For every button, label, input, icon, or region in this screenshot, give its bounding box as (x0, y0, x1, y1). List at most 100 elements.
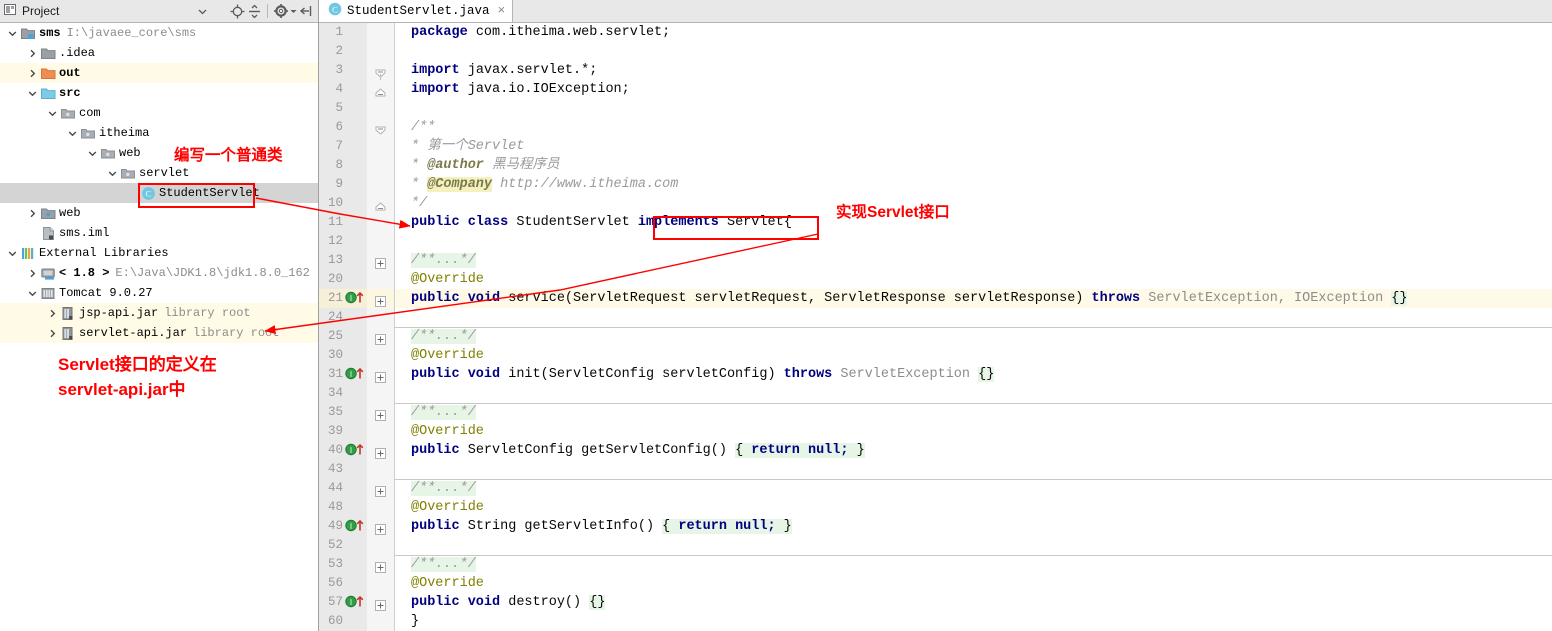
tree-item-external-libraries[interactable]: External Libraries (0, 243, 318, 263)
line-number-gutter[interactable]: 20 (319, 270, 367, 289)
line-number-gutter[interactable]: 60 (319, 612, 367, 631)
code-line[interactable]: 10 */ (319, 194, 1552, 213)
code-line[interactable]: 6/** (319, 118, 1552, 137)
line-number-gutter[interactable]: 9 (319, 175, 367, 194)
tree-item-1-8[interactable]: < 1.8 >E:\Java\JDK1.8\jdk1.8.0_162 (0, 263, 318, 283)
tree-item-out[interactable]: out (0, 63, 318, 83)
override-marker-icon[interactable]: I (345, 443, 367, 458)
code-line[interactable]: 31Ipublic void init(ServletConfig servle… (319, 365, 1552, 384)
code-line[interactable]: 12 (319, 232, 1552, 251)
line-number-gutter[interactable]: 11 (319, 213, 367, 232)
line-number-gutter[interactable]: 2 (319, 42, 367, 61)
tree-item-sms[interactable]: smsI:\javaee_core\sms (0, 23, 318, 43)
code-line[interactable]: 4import java.io.IOException; (319, 80, 1552, 99)
code-line[interactable]: 13/**...*/ (319, 251, 1552, 270)
code-line[interactable]: 9 * @Company http://www.itheima.com (319, 175, 1552, 194)
project-tree[interactable]: smsI:\javaee_core\sms.ideaoutsrccomithei… (0, 23, 318, 631)
fold-toggle-icon[interactable] (367, 194, 395, 213)
code-line[interactable]: 57Ipublic void destroy() {} (319, 593, 1552, 612)
tree-item-com[interactable]: com (0, 103, 318, 123)
line-number-gutter[interactable]: 49I (319, 517, 367, 536)
line-number-gutter[interactable]: 52 (319, 536, 367, 555)
chevron-down-icon[interactable] (46, 107, 59, 120)
chevron-down-icon[interactable] (6, 27, 19, 40)
line-number-gutter[interactable]: 31I (319, 365, 367, 384)
gear-dropdown-icon[interactable] (289, 3, 297, 20)
line-number-gutter[interactable]: 5 (319, 99, 367, 118)
chevron-down-icon[interactable] (66, 127, 79, 140)
fold-toggle-icon[interactable] (367, 61, 395, 80)
fold-toggle-icon[interactable] (367, 80, 395, 99)
code-line[interactable]: 7 * 第一个Servlet (319, 137, 1552, 156)
chevron-down-icon[interactable] (86, 147, 99, 160)
code-line[interactable]: 39@Override (319, 422, 1552, 441)
code-line[interactable]: 60} (319, 612, 1552, 631)
line-number-gutter[interactable]: 25 (319, 327, 367, 346)
fold-toggle-icon[interactable] (367, 479, 395, 498)
line-number-gutter[interactable]: 57I (319, 593, 367, 612)
code-line[interactable]: 21Ipublic void service(ServletRequest se… (319, 289, 1552, 308)
line-number-gutter[interactable]: 35 (319, 403, 367, 422)
code-line[interactable]: 44/**...*/ (319, 479, 1552, 498)
code-line[interactable]: 40Ipublic ServletConfig getServletConfig… (319, 441, 1552, 460)
code-line[interactable]: 52 (319, 536, 1552, 555)
override-marker-icon[interactable]: I (345, 595, 367, 610)
tree-item-itheima[interactable]: itheima (0, 123, 318, 143)
chevron-right-icon[interactable] (26, 207, 39, 220)
tree-item-jsp-api-jar[interactable]: jsp-api.jarlibrary root (0, 303, 318, 323)
line-number-gutter[interactable]: 8 (319, 156, 367, 175)
code-line[interactable]: 49Ipublic String getServletInfo() { retu… (319, 517, 1552, 536)
code-line[interactable]: 48@Override (319, 498, 1552, 517)
code-line[interactable]: 34 (319, 384, 1552, 403)
code-line[interactable]: 43 (319, 460, 1552, 479)
line-number-gutter[interactable]: 3 (319, 61, 367, 80)
code-line[interactable]: 11public class StudentServlet implements… (319, 213, 1552, 232)
line-number-gutter[interactable]: 43 (319, 460, 367, 479)
code-line[interactable]: 35/**...*/ (319, 403, 1552, 422)
code-line[interactable]: 1package com.itheima.web.servlet; (319, 23, 1552, 42)
line-number-gutter[interactable]: 30 (319, 346, 367, 365)
line-number-gutter[interactable]: 1 (319, 23, 367, 42)
tree-item-web[interactable]: web (0, 143, 318, 163)
chevron-down-icon[interactable] (106, 167, 119, 180)
line-number-gutter[interactable]: 21I (319, 289, 367, 308)
fold-toggle-icon[interactable] (367, 365, 395, 384)
line-number-gutter[interactable]: 13 (319, 251, 367, 270)
code-editor[interactable]: 1package com.itheima.web.servlet;23impor… (319, 23, 1552, 631)
code-line[interactable]: 3import javax.servlet.*; (319, 61, 1552, 80)
tree-item-servlet-api-jar[interactable]: servlet-api.jarlibrary root (0, 323, 318, 343)
code-line[interactable]: 2 (319, 42, 1552, 61)
line-number-gutter[interactable]: 7 (319, 137, 367, 156)
code-line[interactable]: 56@Override (319, 574, 1552, 593)
line-number-gutter[interactable]: 39 (319, 422, 367, 441)
override-marker-icon[interactable]: I (345, 519, 367, 534)
line-number-gutter[interactable]: 40I (319, 441, 367, 460)
line-number-gutter[interactable]: 56 (319, 574, 367, 593)
tree-item-web[interactable]: web (0, 203, 318, 223)
fold-toggle-icon[interactable] (367, 289, 395, 308)
chevron-right-icon[interactable] (26, 67, 39, 80)
fold-toggle-icon[interactable] (367, 403, 395, 422)
chevron-right-icon[interactable] (46, 327, 59, 340)
chevron-down-icon[interactable] (6, 247, 19, 260)
chevron-right-icon[interactable] (26, 47, 39, 60)
tree-item-studentservlet[interactable]: CStudentServlet (0, 183, 318, 203)
code-line[interactable]: 25/**...*/ (319, 327, 1552, 346)
chevron-right-icon[interactable] (26, 267, 39, 280)
line-number-gutter[interactable]: 44 (319, 479, 367, 498)
close-icon[interactable]: × (498, 3, 506, 18)
line-number-gutter[interactable]: 53 (319, 555, 367, 574)
code-line[interactable]: 5 (319, 99, 1552, 118)
tree-item-tomcat-9-0-27[interactable]: Tomcat 9.0.27 (0, 283, 318, 303)
code-line[interactable]: 8 * @author 黑马程序员 (319, 156, 1552, 175)
tree-item-servlet[interactable]: servlet (0, 163, 318, 183)
chevron-right-icon[interactable] (46, 307, 59, 320)
override-marker-icon[interactable]: I (345, 291, 367, 306)
tree-item-sms-iml[interactable]: sms.iml (0, 223, 318, 243)
override-marker-icon[interactable]: I (345, 367, 367, 382)
editor-tab-studentservlet[interactable]: C StudentServlet.java × (319, 0, 513, 22)
locate-target-icon[interactable] (229, 3, 246, 20)
fold-toggle-icon[interactable] (367, 251, 395, 270)
code-line[interactable]: 53/**...*/ (319, 555, 1552, 574)
line-number-gutter[interactable]: 12 (319, 232, 367, 251)
